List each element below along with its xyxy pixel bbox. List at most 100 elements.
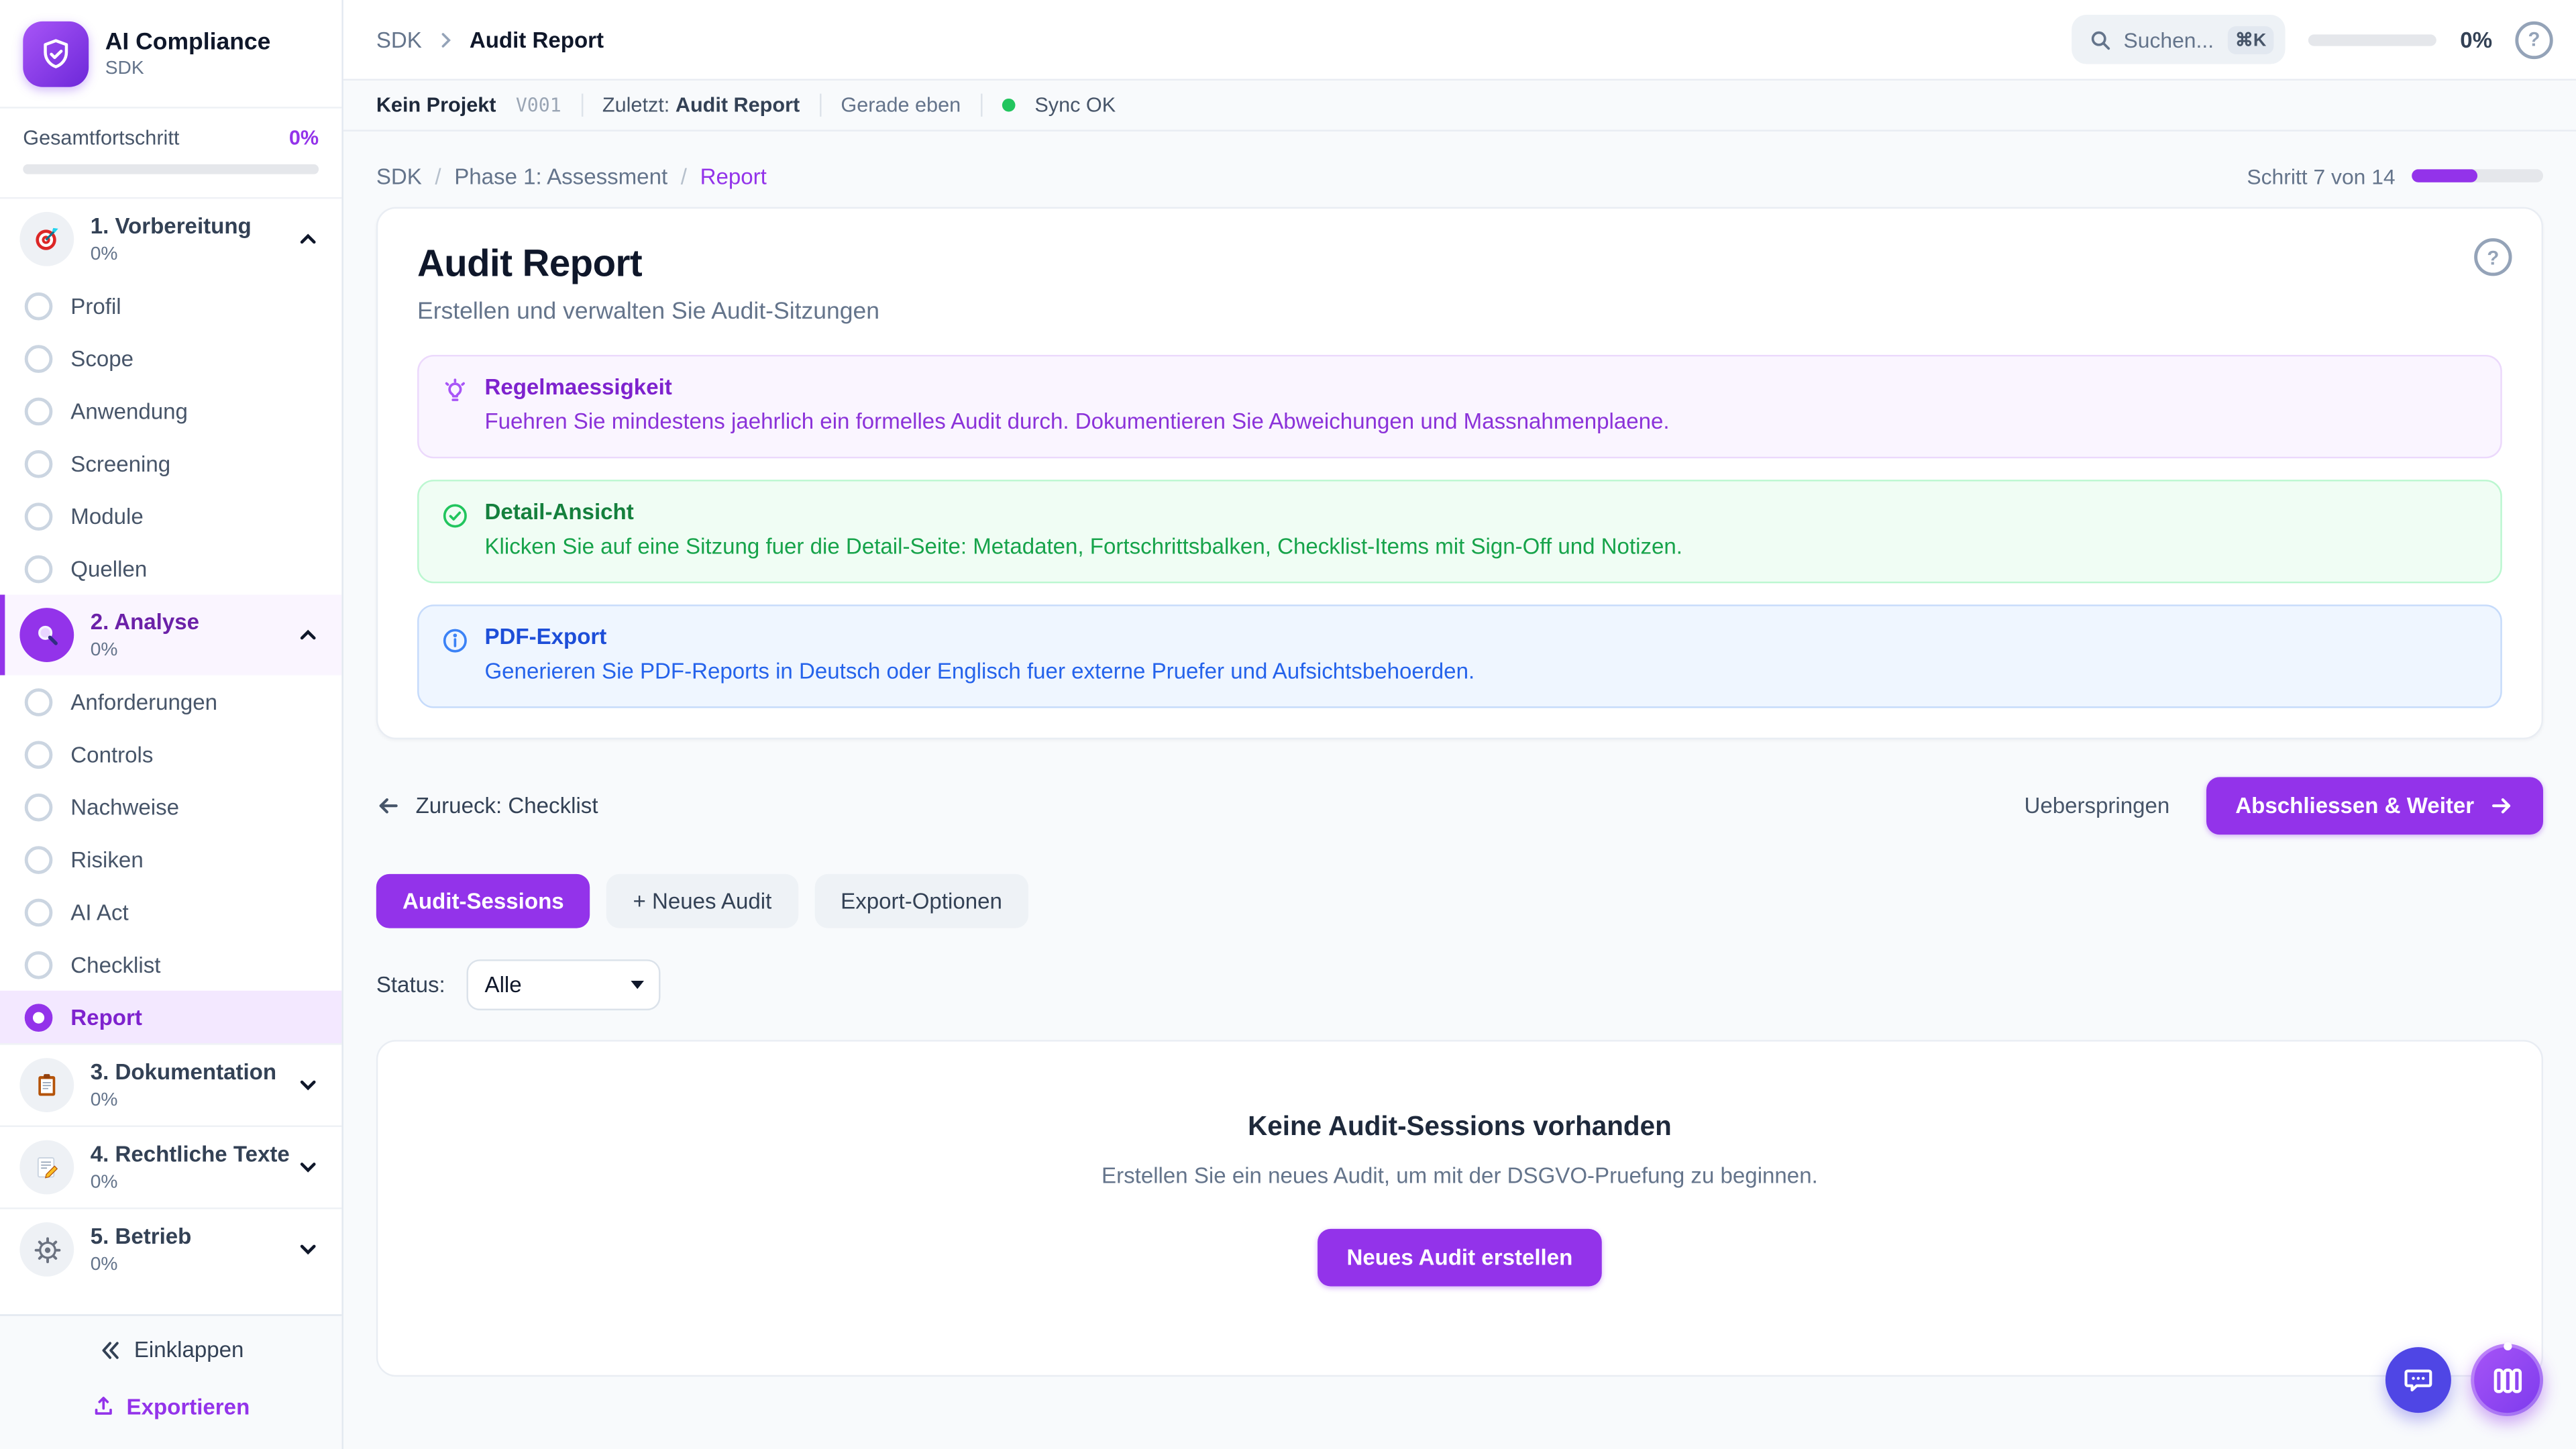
sidebar-section-betrieb[interactable]: 5. Betrieb 0% xyxy=(0,1209,341,1289)
page-crumb-phase[interactable]: Phase 1: Assessment xyxy=(454,164,667,189)
slash-separator: / xyxy=(435,164,441,189)
shield-check-icon xyxy=(23,21,89,87)
audit-report-card: ? Audit Report Erstellen und verwalten S… xyxy=(376,207,2543,739)
radio-icon xyxy=(25,898,53,926)
finish-next-button[interactable]: Abschliessen & Weiter xyxy=(2206,777,2543,835)
search-placeholder: Suchen... xyxy=(2124,27,2214,52)
sidebar-section-analyse[interactable]: 2. Analyse 0% xyxy=(0,595,341,676)
sidebar-item-scope[interactable]: Scope xyxy=(0,332,341,384)
tip-title: PDF-Export xyxy=(484,624,1474,649)
divider xyxy=(581,94,582,117)
page-title: Audit Report xyxy=(417,241,2502,286)
section-progress: 0% xyxy=(91,640,281,659)
tab-audit-sessions[interactable]: Audit-Sessions xyxy=(376,873,590,928)
radio-icon xyxy=(25,396,53,425)
info-circle-icon xyxy=(442,627,468,688)
step-progress-fill xyxy=(2412,169,2477,182)
sidebar-item-risiken[interactable]: Risiken xyxy=(0,833,341,885)
tab-neues-audit[interactable]: + Neues Audit xyxy=(606,873,798,928)
main-area: SDK Audit Report Suchen... ⌘K 0% xyxy=(343,0,2576,1449)
step-progress-track xyxy=(2412,169,2543,182)
section-label: 1. Vorbereitung xyxy=(91,214,281,241)
radio-icon xyxy=(25,502,53,530)
sidebar-item-ai-act[interactable]: AI Act xyxy=(0,885,341,938)
breadcrumb-root[interactable]: SDK xyxy=(376,27,422,52)
sidebar-item-profil[interactable]: Profil xyxy=(0,279,341,331)
create-audit-button[interactable]: Neues Audit erstellen xyxy=(1317,1228,1602,1286)
radio-icon xyxy=(25,688,53,716)
radio-icon xyxy=(25,740,53,768)
section-label: 4. Rechtliche Texte xyxy=(91,1142,281,1169)
magnifier-icon xyxy=(19,608,74,662)
chevron-down-icon xyxy=(297,1239,319,1260)
breadcrumb-current: Audit Report xyxy=(470,27,604,52)
sidebar-item-label: Report xyxy=(70,1005,142,1030)
sync-status-dot xyxy=(1002,99,1015,112)
lightbulb-icon xyxy=(442,378,468,438)
breadcrumb: SDK Audit Report xyxy=(376,27,604,52)
section-progress: 0% xyxy=(91,1173,281,1192)
section-progress: 0% xyxy=(91,1090,281,1110)
sidebar-item-checklist[interactable]: Checklist xyxy=(0,938,341,990)
tip-regelmaessigkeit: Regelmaessigkeit Fuehren Sie mindestens … xyxy=(417,355,2502,458)
sidebar-section-dokumentation[interactable]: 3. Dokumentation 0% xyxy=(0,1045,341,1126)
back-button[interactable]: Zurueck: Checklist xyxy=(376,793,598,818)
collapse-sidebar-button[interactable]: Einklappen xyxy=(98,1337,244,1362)
memo-pencil-icon xyxy=(19,1140,74,1195)
sidebar-item-nachweise[interactable]: Nachweise xyxy=(0,780,341,833)
search-input[interactable]: Suchen... ⌘K xyxy=(2071,15,2286,64)
radio-icon xyxy=(25,793,53,821)
empty-state-card: Keine Audit-Sessions vorhanden Erstellen… xyxy=(376,1039,2543,1376)
export-label: Exportieren xyxy=(127,1394,250,1419)
sidebar-item-anforderungen[interactable]: Anforderungen xyxy=(0,676,341,728)
page-content: SDK / Phase 1: Assessment / Report Schri… xyxy=(343,131,2576,1449)
sidebar-item-module[interactable]: Module xyxy=(0,490,341,542)
sidebar-section-vorbereitung[interactable]: 1. Vorbereitung 0% xyxy=(0,199,341,279)
target-icon xyxy=(19,212,74,266)
sidebar-item-label: Anwendung xyxy=(70,398,188,423)
skip-button[interactable]: Ueberspringen xyxy=(2024,793,2169,818)
tips-list: Regelmaessigkeit Fuehren Sie mindestens … xyxy=(417,355,2502,708)
radio-icon xyxy=(25,292,53,320)
sidebar-item-label: Quellen xyxy=(70,556,147,581)
radio-icon xyxy=(25,449,53,478)
tab-export-optionen[interactable]: Export-Optionen xyxy=(814,873,1028,928)
search-shortcut-badge: ⌘K xyxy=(2227,25,2275,54)
chat-bubble-icon xyxy=(2402,1364,2434,1397)
export-button[interactable]: Exportieren xyxy=(92,1394,250,1419)
sidebar-item-anwendung[interactable]: Anwendung xyxy=(0,384,341,437)
arrow-left-icon xyxy=(376,793,401,818)
page-crumb-root[interactable]: SDK xyxy=(376,164,422,189)
app-title: AI Compliance xyxy=(105,29,271,56)
chevron-right-icon xyxy=(437,30,455,48)
empty-state-title: Keine Audit-Sessions vorhanden xyxy=(411,1112,2508,1143)
chevron-up-icon xyxy=(297,625,319,646)
sidebar-item-label: Nachweise xyxy=(70,794,179,819)
last-saved-time: Gerade eben xyxy=(841,94,961,117)
sidebar-item-label: Anforderungen xyxy=(70,689,217,714)
status-filter-select[interactable]: Alle xyxy=(467,959,661,1010)
sidebar-item-screening[interactable]: Screening xyxy=(0,437,341,489)
sidebar-item-report[interactable]: Report xyxy=(0,991,341,1043)
chat-fab-button[interactable] xyxy=(2385,1347,2451,1413)
section-label: 2. Analyse xyxy=(91,610,281,637)
columns-fab-button[interactable] xyxy=(2471,1344,2543,1416)
back-label: Zurueck: Checklist xyxy=(416,793,598,818)
app-logo-block: AI Compliance SDK xyxy=(0,0,341,107)
sidebar-item-label: Module xyxy=(70,504,143,529)
tip-text: Fuehren Sie mindestens jaehrlich ein for… xyxy=(484,407,1669,438)
sidebar-item-quellen[interactable]: Quellen xyxy=(0,542,341,594)
last-visited: Zuletzt: Audit Report xyxy=(602,94,800,117)
sidebar-item-controls[interactable]: Controls xyxy=(0,728,341,780)
header-progress-track xyxy=(2309,34,2437,45)
sidebar-section-rechtliche-texte[interactable]: 4. Rechtliche Texte 0% xyxy=(0,1127,341,1208)
radio-selected-icon xyxy=(25,1003,53,1031)
sidebar-item-label: Risiken xyxy=(70,847,143,871)
page-breadcrumb: SDK / Phase 1: Assessment / Report xyxy=(376,164,767,189)
card-help-button[interactable]: ? xyxy=(2474,238,2512,276)
app-root: AI Compliance SDK Gesamtfortschritt 0% xyxy=(0,0,2576,1449)
last-visited-value: Audit Report xyxy=(676,94,800,117)
help-button[interactable]: ? xyxy=(2515,21,2553,58)
tab-bar: Audit-Sessions + Neues Audit Export-Opti… xyxy=(376,873,2543,928)
divider xyxy=(981,94,982,117)
